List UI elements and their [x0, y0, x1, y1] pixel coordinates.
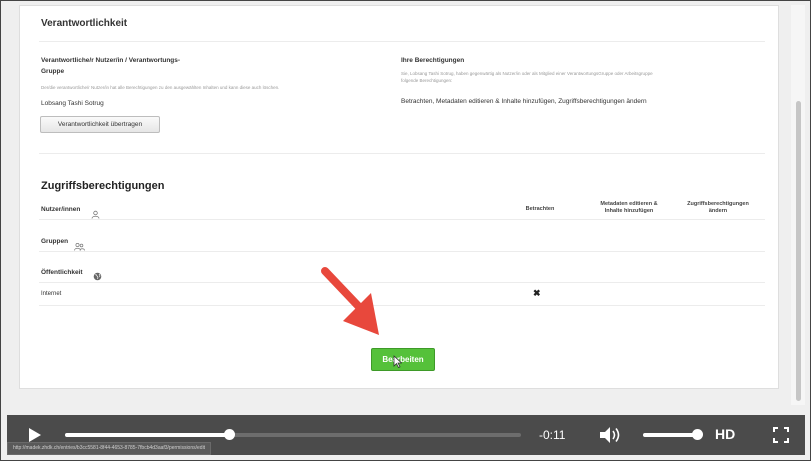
seek-progress: [65, 433, 230, 437]
groups-label: Gruppen: [41, 238, 69, 245]
internet-row-label: Internet: [41, 291, 62, 297]
status-bar-url: http://madek.zhdk.ch/entries/b3cc5581-8f…: [7, 442, 212, 455]
volume-handle[interactable]: [692, 429, 703, 440]
users-label: Nutzer/innen: [41, 206, 81, 213]
owner-heading-line2: Gruppe: [41, 68, 65, 75]
access-section-title: Zugriffsberechtigungen: [41, 180, 165, 192]
your-permissions-value: Betrachten, Metadaten editieren & Inhalt…: [401, 98, 647, 105]
column-permissions-line2: ändern: [708, 208, 728, 214]
your-permissions-heading: Ihre Berechtigungen: [401, 57, 465, 64]
column-view: Betrachten: [525, 206, 555, 212]
owner-name: Lobsang Tashi Sotrug: [41, 100, 104, 107]
internet-view-permission-mark[interactable]: ✖: [533, 288, 541, 299]
seek-bar[interactable]: [65, 429, 521, 440]
your-permissions-help-line2: folgende Berechtigungen:: [401, 78, 453, 83]
edit-button[interactable]: Bearbeiten: [371, 348, 435, 371]
seek-handle[interactable]: [224, 429, 236, 440]
group-icon: [74, 238, 85, 256]
screenshot-frame: Verantwortlichkeit Verantwortliche/r Nut…: [0, 0, 811, 461]
volume-slider[interactable]: [643, 433, 697, 437]
column-metadata-line1: Metadaten editieren &: [600, 201, 658, 207]
section-divider: [39, 41, 765, 42]
owner-heading-line1: Verantwortliche/r Nutzer/in / Verantwort…: [41, 57, 181, 64]
time-remaining: -0:11: [539, 428, 566, 442]
volume-icon[interactable]: [600, 427, 622, 443]
user-icon: [91, 206, 100, 224]
column-permissions-line1: Zugriffsberechtigungen: [687, 201, 749, 207]
your-permissions-help-line1: Sie, Lobsang Tashi Sotrug, haben gegenwä…: [401, 71, 653, 76]
transfer-responsibility-button[interactable]: Verantwortlichkeit übertragen: [40, 116, 160, 133]
public-label: Öffentlichkeit: [41, 269, 83, 276]
row-divider: [39, 282, 765, 283]
annotation-arrow-icon: [321, 267, 379, 335]
row-divider: [39, 219, 765, 220]
fullscreen-icon[interactable]: [773, 427, 789, 443]
hd-toggle[interactable]: HD: [715, 426, 735, 442]
row-divider: [39, 251, 765, 252]
row-divider: [39, 305, 765, 306]
scrollbar-thumb[interactable]: [796, 101, 801, 401]
globe-icon: [93, 268, 102, 286]
column-metadata-line2: Inhalte hinzufügen: [604, 208, 654, 214]
play-icon[interactable]: [29, 428, 41, 442]
owner-help-text: Der/die verantwortliche/r Nutzer/in hat …: [41, 85, 280, 90]
responsibility-section-title: Verantwortlichkeit: [41, 18, 128, 29]
mouse-pointer-icon: [393, 355, 402, 368]
section-divider: [39, 153, 765, 154]
page-scrollbar[interactable]: [791, 5, 805, 405]
